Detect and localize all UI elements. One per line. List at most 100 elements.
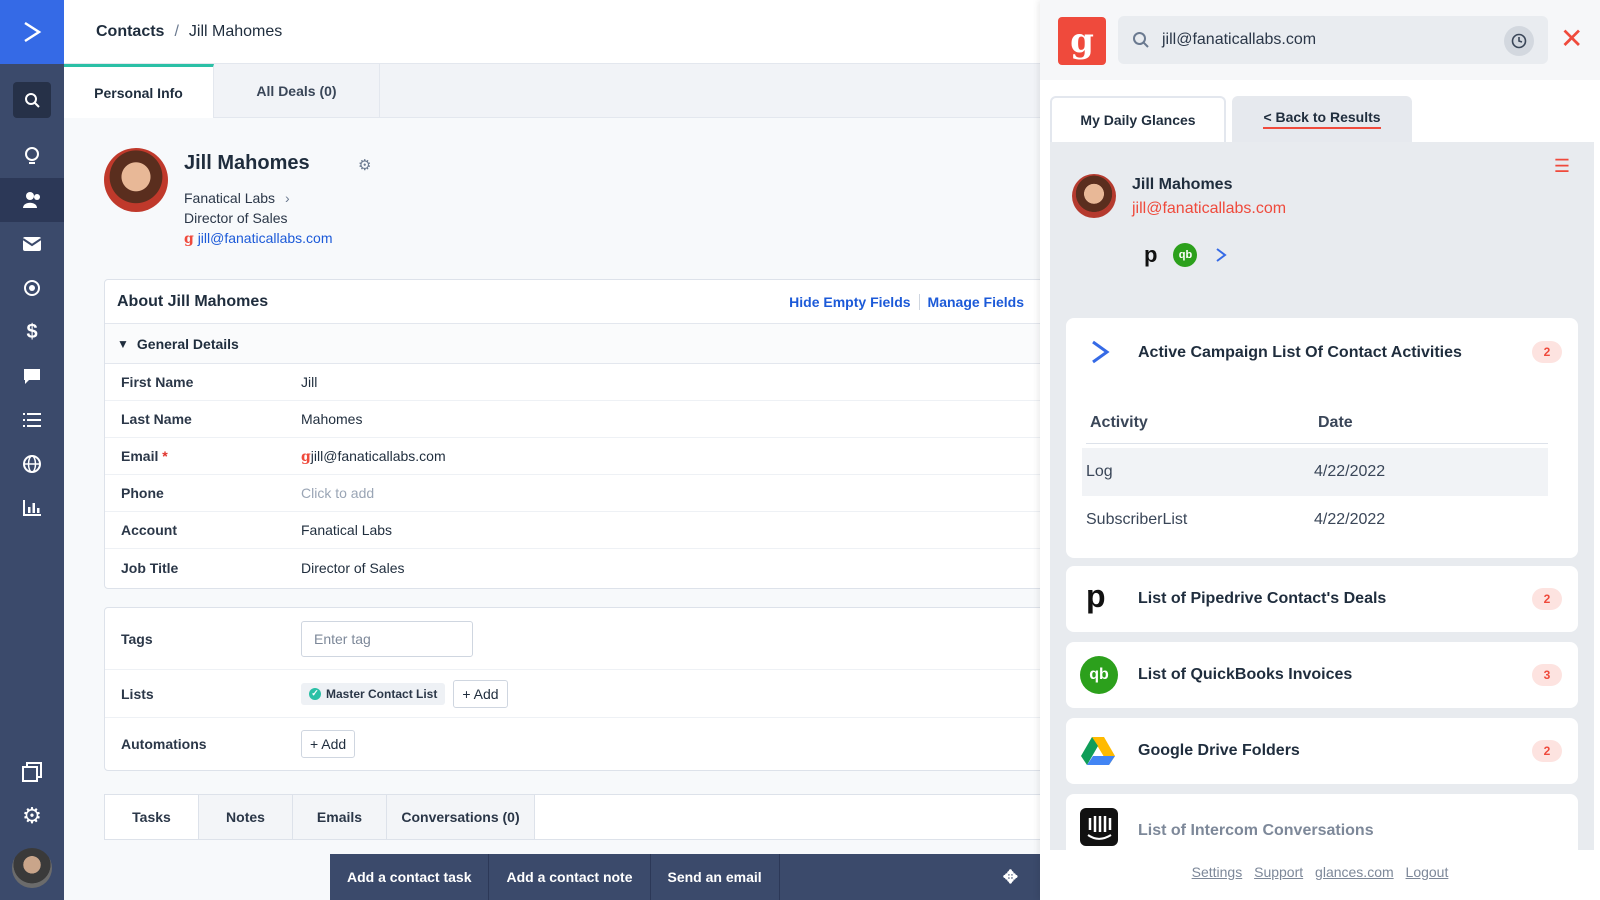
gear-icon: ⚙ [22,803,42,828]
glances-icon[interactable]: g [301,449,311,465]
pipedrive-icon: p [1086,578,1106,614]
tab-all-deals[interactable]: All Deals (0) [214,64,380,118]
glances-footer: Settings Support glances.com Logout [1040,864,1600,880]
general-details-toggle[interactable]: ▼ General Details [105,324,1044,364]
activecampaign-icon[interactable] [1215,248,1228,262]
glances-logo[interactable]: g [1058,17,1106,65]
add-list-button[interactable]: + Add [453,679,508,708]
table-row[interactable]: SubscriberList 4/22/2022 [1082,496,1548,544]
glances-site-link[interactable]: glances.com [1315,864,1394,880]
search-icon [25,93,40,108]
nav-apps[interactable] [0,750,64,794]
settings-link[interactable]: Settings [1192,864,1243,880]
widget-intercom[interactable]: List of Intercom Conversations [1066,794,1578,850]
activity-table-header: Activity Date [1086,414,1548,444]
widget-title[interactable]: Google Drive Folders [1138,742,1300,760]
gear-icon[interactable]: ⚙ [358,156,371,174]
widget-quickbooks[interactable]: qb List of QuickBooks Invoices 3 [1066,642,1578,708]
nav-automations[interactable] [0,266,64,310]
move-icon[interactable]: ✥ [1003,867,1018,888]
nav-campaigns[interactable] [0,222,64,266]
nav-deals[interactable]: $ [0,310,64,354]
send-email-button[interactable]: Send an email [651,854,780,900]
windows-icon [22,762,42,782]
nav-settings[interactable]: ⚙ [0,794,64,838]
field-first-name[interactable]: First Name Jill [105,364,1044,401]
count-badge: 2 [1532,588,1562,610]
contact-email[interactable]: g jill@fanaticallabs.com [184,230,333,247]
field-phone[interactable]: Phone Click to add [105,475,1044,512]
activity-tabs: Tasks Notes Emails Conversations (0) [104,794,1045,840]
list-icon [23,413,41,427]
contact-job-title: Director of Sales [184,210,288,226]
contact-company[interactable]: Fanatical Labs › [184,190,290,206]
chat-icon [24,369,40,384]
tab-conversations[interactable]: Conversations (0) [387,795,535,839]
breadcrumb-contacts[interactable]: Contacts [96,23,164,41]
nav-ideas[interactable] [0,134,64,178]
activecampaign-icon [1092,340,1110,364]
glances-contact-email[interactable]: jill@fanaticallabs.com [1132,200,1286,218]
tags-card: Tags Enter tag Lists ✓ Master Contact List… [104,607,1045,771]
glances-panel: g jill@fanaticallabs.com ✕ My Daily Glan… [1040,0,1600,900]
nav-lists[interactable] [0,398,64,442]
quickbooks-icon[interactable]: qb [1173,243,1198,267]
nav-contacts[interactable] [0,178,64,222]
contact-name: Jill Mahomes [184,152,310,174]
chevron-logo-icon [24,21,42,43]
add-contact-note-button[interactable]: Add a contact note [489,854,651,900]
user-avatar[interactable] [12,848,52,888]
field-job-title[interactable]: Job Title Director of Sales [105,549,1044,586]
add-automation-button[interactable]: + Add [301,730,356,758]
check-icon: ✓ [309,687,321,700]
widget-title[interactable]: List of Pipedrive Contact's Deals [1138,590,1386,608]
list-chip[interactable]: ✓ Master Contact List [301,682,446,705]
field-account[interactable]: Account Fanatical Labs [105,512,1044,549]
hide-empty-fields-link[interactable]: Hide Empty Fields [781,294,918,310]
widget-title[interactable]: List of QuickBooks Invoices [1138,666,1352,684]
tag-input[interactable]: Enter tag [301,620,473,657]
tab-tasks[interactable]: Tasks [105,795,199,839]
close-icon[interactable]: ✕ [1560,25,1583,53]
tab-personal-info[interactable]: Personal Info [64,64,214,118]
widget-title[interactable]: List of Intercom Conversations [1138,822,1374,840]
table-row[interactable]: Log 4/22/2022 [1082,448,1548,496]
field-email[interactable]: Email * gjill@fanaticallabs.com [105,438,1044,475]
app-logo[interactable] [0,0,64,64]
field-last-name[interactable]: Last Name Mahomes [105,401,1044,438]
nav-reports[interactable] [0,486,64,530]
glances-contact-avatar [1072,174,1116,218]
glances-icon[interactable]: g [184,231,194,247]
tab-notes[interactable]: Notes [199,795,293,839]
history-clock-icon[interactable] [1504,26,1534,56]
integration-icons: p qb [1144,242,1228,268]
automations-label: Automations [121,736,207,752]
contacts-icon [23,192,40,208]
manage-fields-link[interactable]: Manage Fields [920,294,1032,310]
left-nav: $ ⚙ [0,0,64,900]
globe-icon [23,455,41,473]
tab-my-daily-glances[interactable]: My Daily Glances [1050,96,1226,142]
hamburger-menu-icon[interactable]: ☰ [1554,156,1570,177]
nav-website[interactable] [0,442,64,486]
breadcrumb: Contacts / Jill Mahomes [64,0,1040,64]
logout-link[interactable]: Logout [1406,864,1449,880]
support-link[interactable]: Support [1254,864,1303,880]
add-contact-task-button[interactable]: Add a contact task [330,854,490,900]
contact-avatar [104,148,168,212]
count-badge: 2 [1532,341,1562,363]
tab-emails[interactable]: Emails [293,795,387,839]
automation-icon [24,280,40,296]
back-to-results-tab[interactable]: < Back to Results [1232,96,1412,142]
widget-pipedrive[interactable]: p List of Pipedrive Contact's Deals 2 [1066,566,1578,632]
widget-google-drive[interactable]: Google Drive Folders 2 [1066,718,1578,784]
nav-search[interactable] [0,78,64,122]
about-card: About Jill Mahomes Hide Empty Fields Man… [104,279,1045,589]
chevron-right-icon: › [284,190,290,206]
pipedrive-icon[interactable]: p [1144,242,1157,268]
count-badge: 3 [1532,664,1562,686]
nav-conversations[interactable] [0,354,64,398]
count-badge: 2 [1532,740,1562,762]
widget-title[interactable]: Active Campaign List Of Contact Activiti… [1138,344,1462,362]
glances-search-input[interactable]: jill@fanaticallabs.com [1118,16,1548,64]
